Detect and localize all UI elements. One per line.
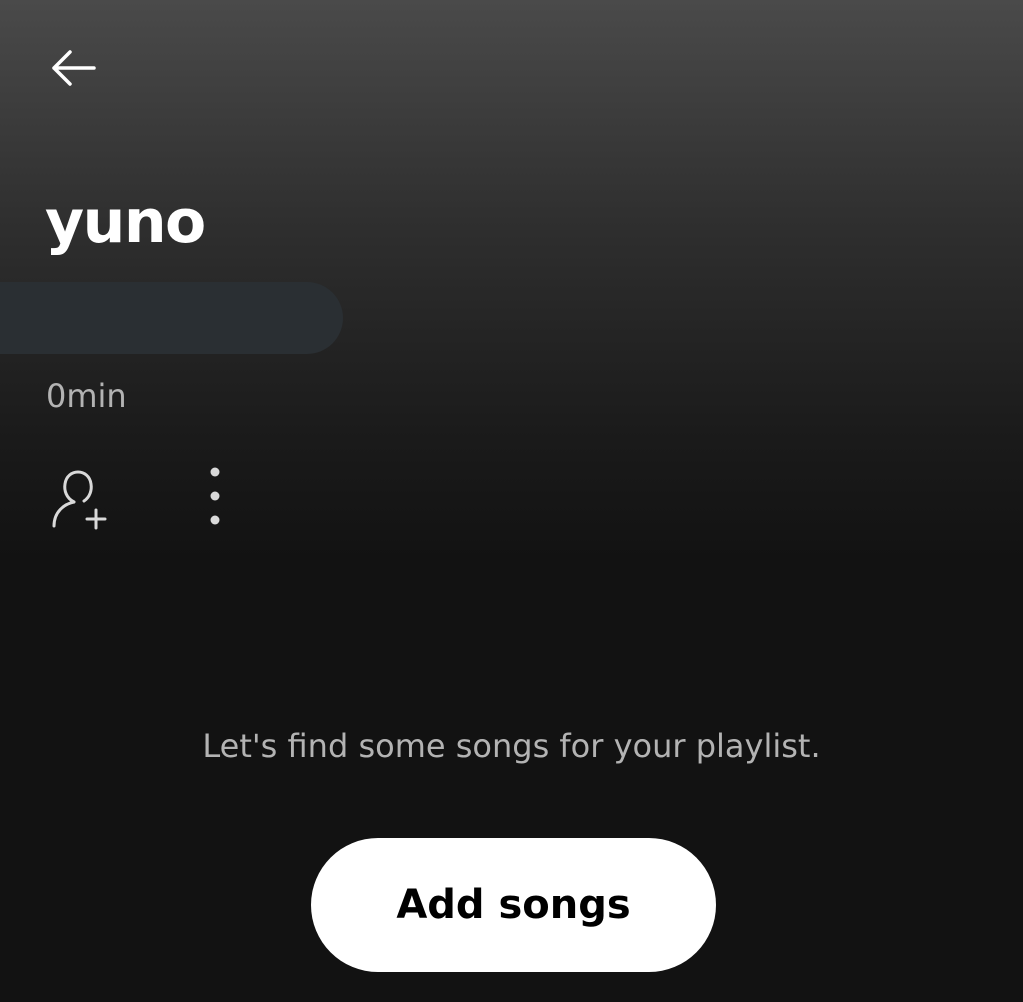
add-songs-button[interactable]: Add songs xyxy=(311,838,716,972)
arrow-left-icon xyxy=(52,50,96,86)
playlist-screen: yuno 0min Let's find some songs for your… xyxy=(0,0,1023,1002)
playlist-duration: 0min xyxy=(46,377,127,415)
owner-pill[interactable] xyxy=(0,282,343,354)
more-options-button[interactable] xyxy=(190,462,240,532)
playlist-title: yuno xyxy=(45,187,206,257)
empty-playlist-message: Let's find some songs for your playlist. xyxy=(202,727,821,765)
add-collaborator-button[interactable] xyxy=(46,464,116,534)
back-button[interactable] xyxy=(40,38,106,98)
person-plus-icon xyxy=(52,470,107,530)
more-vertical-icon xyxy=(210,467,220,525)
